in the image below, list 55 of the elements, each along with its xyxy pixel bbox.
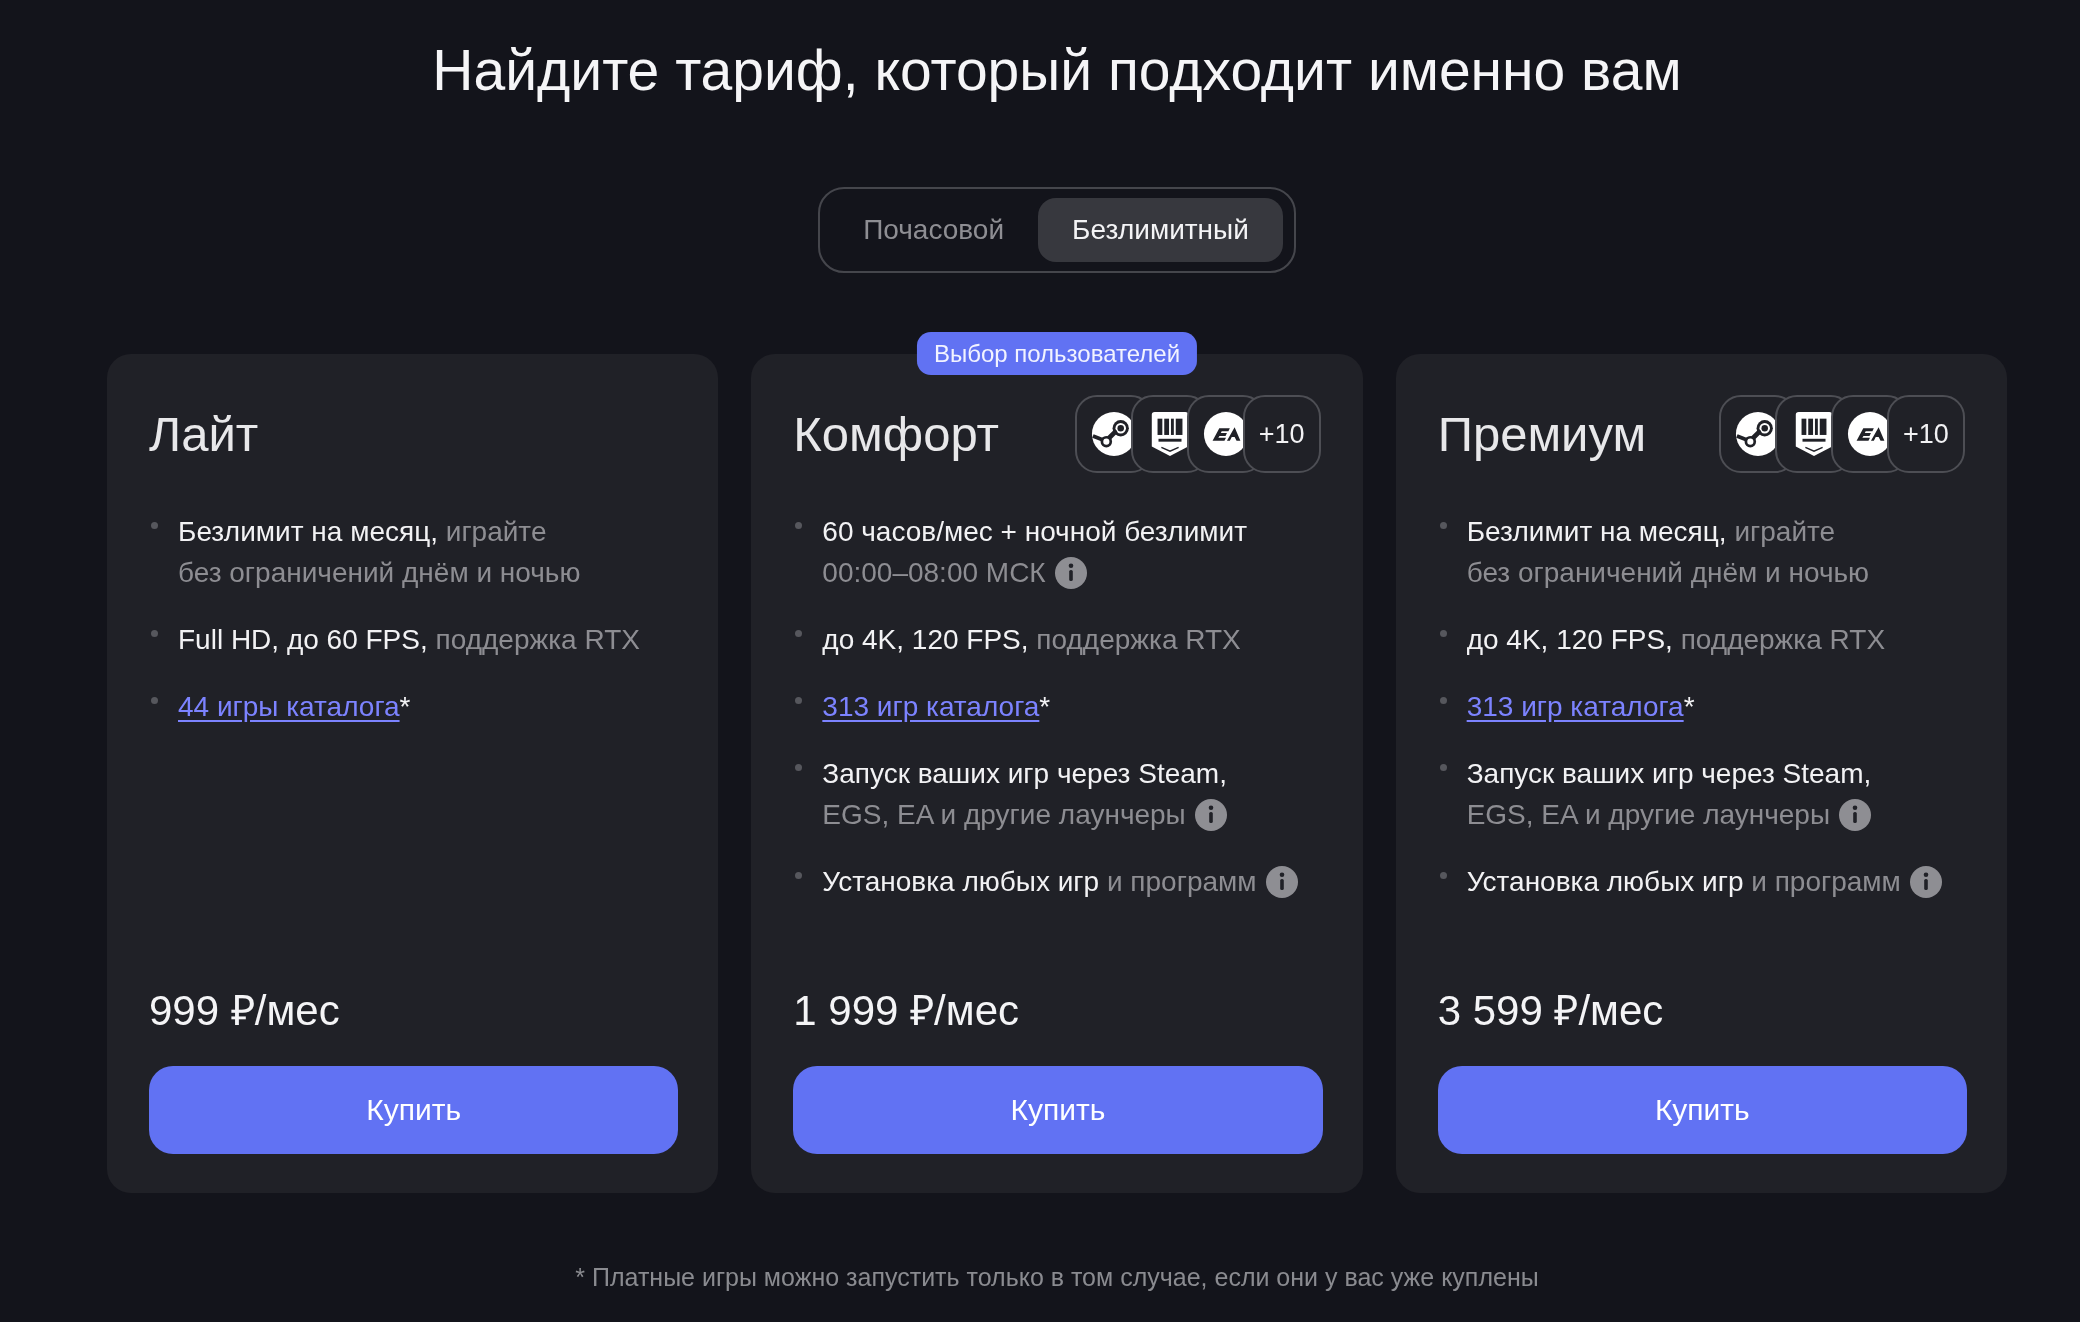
- plan-title: Лайт: [149, 406, 259, 462]
- feature-text: 44 игры каталога*: [178, 690, 411, 724]
- bullet-icon: [1439, 630, 1447, 637]
- feature-text: 60 часов/мес + ночной безлимит: [822, 515, 1248, 549]
- bullet-icon: [1439, 764, 1447, 771]
- page-title: Найдите тариф, который подходит именно вам: [432, 37, 1682, 104]
- footnote-text: * Платные игры можно запустить только в том случае, если они у вас уже куплены: [575, 1262, 1539, 1293]
- bullet-icon: [795, 522, 803, 529]
- plan-type-tab[interactable]: Почасовой: [829, 198, 1039, 262]
- feature-text: Запуск ваших игр через Steam,: [822, 757, 1227, 791]
- feature-text: 313 игр каталога*: [822, 690, 1051, 724]
- feature-text: EGS, EA и другие лаунчеры: [822, 798, 1186, 832]
- bullet-icon: [795, 697, 803, 704]
- feature-text: Запуск ваших игр через Steam,: [1466, 757, 1872, 791]
- feature-text: до 4K, 120 FPS, поддержка RTX: [1466, 623, 1886, 657]
- feature-text: Full HD, до 60 FPS, поддержка RTX: [178, 623, 640, 657]
- catalog-link[interactable]: 44 игры каталога: [178, 691, 400, 722]
- plan-price: 999 ₽/мес: [149, 987, 341, 1035]
- plan-title: Премиум: [1437, 406, 1647, 462]
- feature-text: Безлимит на месяц, играйте: [1466, 515, 1836, 549]
- feature-text: Безлимит на месяц, играйте: [178, 515, 547, 549]
- bullet-icon: [795, 630, 803, 637]
- feature-text: 313 игр каталога*: [1466, 690, 1695, 724]
- bullet-icon: [1439, 522, 1447, 529]
- feature-text: до 4K, 120 FPS, поддержка RTX: [822, 623, 1241, 657]
- feature-text: Установка любых игр и программ: [822, 865, 1257, 899]
- info-icon[interactable]: [1265, 865, 1298, 898]
- info-icon[interactable]: [1839, 798, 1872, 831]
- feature-text: без ограничений днём и ночью: [1466, 556, 1870, 590]
- feature-text: Установка любых игр и программ: [1466, 865, 1901, 899]
- feature-text: EGS, EA и другие лаунчеры: [1466, 798, 1831, 832]
- bullet-icon: [151, 522, 158, 529]
- plan-price: 1 999 ₽/мес: [793, 987, 1020, 1035]
- plan-type-tab[interactable]: Безлимитный: [1038, 198, 1283, 262]
- more-launchers-badge: +10: [1887, 395, 1965, 473]
- bullet-icon: [1439, 697, 1447, 704]
- bullet-icon: [795, 872, 803, 879]
- bullet-icon: [151, 630, 158, 637]
- feature-text: 00:00–08:00 МСК: [822, 556, 1046, 590]
- buy-button[interactable]: Купить: [1437, 1066, 1967, 1154]
- info-icon[interactable]: [1194, 798, 1227, 831]
- plan-price: 3 599 ₽/мес: [1437, 987, 1665, 1035]
- feature-text: без ограничений днём и ночью: [178, 556, 581, 590]
- buy-button[interactable]: Купить: [149, 1066, 679, 1154]
- bullet-icon: [1439, 872, 1447, 879]
- bullet-icon: [151, 697, 158, 704]
- info-icon[interactable]: [1909, 865, 1942, 898]
- bullet-icon: [795, 764, 803, 771]
- catalog-link[interactable]: 313 игр каталога: [822, 691, 1040, 722]
- more-launchers-badge: +10: [1242, 395, 1321, 473]
- popular-badge: Выбор пользователей: [916, 332, 1198, 375]
- buy-button[interactable]: Купить: [793, 1066, 1323, 1154]
- catalog-link[interactable]: 313 игр каталога: [1466, 691, 1684, 722]
- plan-title: Комфорт: [793, 406, 999, 462]
- info-icon[interactable]: [1054, 556, 1087, 589]
